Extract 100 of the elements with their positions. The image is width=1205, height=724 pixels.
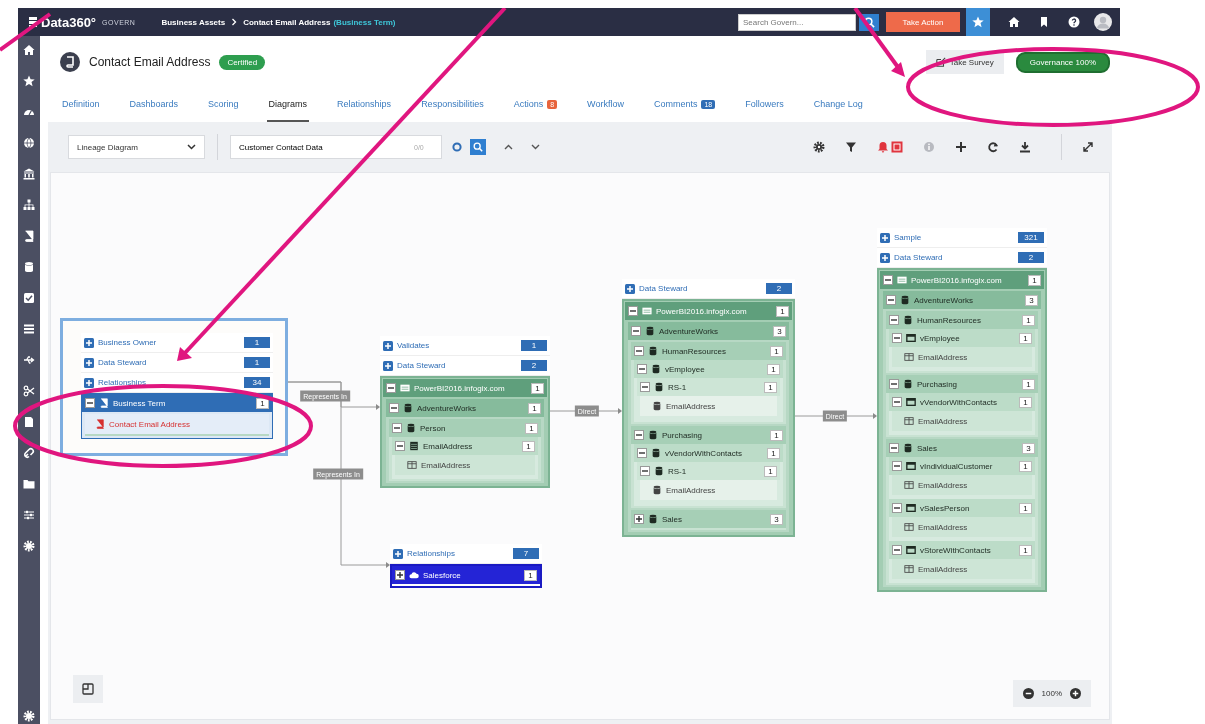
collapse-icon[interactable]	[889, 315, 899, 325]
plus-icon[interactable]	[955, 141, 967, 153]
collapse-icon[interactable]	[883, 275, 893, 285]
tree-row[interactable]: PowerBI2016.infogix.com 1	[625, 302, 792, 320]
tree-row[interactable]: EmailAddress	[892, 517, 1032, 537]
collapse-icon[interactable]	[640, 466, 650, 476]
sitemap-icon[interactable]	[23, 199, 35, 211]
breadcrumb-link[interactable]: Contact Email Address	[243, 17, 331, 27]
tree-row[interactable]: vStoreWithContacts 1	[889, 541, 1035, 559]
tree-row[interactable]: EmailAddress	[640, 396, 777, 416]
tree-row[interactable]: PowerBI2016.infogix.com 1	[880, 271, 1044, 289]
collapse-icon[interactable]	[892, 545, 902, 555]
tab[interactable]: Relationships	[335, 88, 394, 122]
collapse-icon[interactable]	[631, 326, 641, 336]
collapse-icon[interactable]	[892, 503, 902, 513]
tree-row[interactable]: EmailAddress	[892, 475, 1032, 495]
tree-row[interactable]: AdventureWorks 3	[628, 322, 789, 340]
collapse-icon[interactable]	[634, 346, 644, 356]
tree-row[interactable]: HumanResources 1	[631, 342, 786, 360]
collapse-icon[interactable]	[892, 397, 902, 407]
collapse-icon[interactable]	[634, 430, 644, 440]
breadcrumb-link[interactable]: Business Assets	[161, 17, 226, 27]
collapse-icon[interactable]	[85, 398, 95, 408]
tree-row[interactable]: vIndividualCustomer 1	[889, 457, 1035, 475]
search-icon[interactable]	[863, 16, 875, 28]
collapse-icon[interactable]	[395, 441, 405, 451]
collapse-icon[interactable]	[889, 379, 899, 389]
tree-row[interactable]: EmailAddress	[892, 347, 1032, 367]
tab[interactable]: Scoring	[206, 88, 241, 122]
tree-row[interactable]: AdventureWorks 1	[386, 399, 544, 417]
tree-row[interactable]: vVendorWithContacts 1	[634, 444, 783, 462]
star-icon[interactable]	[972, 16, 984, 28]
tree-row[interactable]: Salesforce 1	[392, 566, 540, 584]
tab[interactable]: Followers	[743, 88, 786, 122]
tree-row[interactable]: Sales 3	[631, 510, 786, 528]
refresh-icon[interactable]	[987, 141, 999, 153]
tree-row[interactable]: Purchasing 1	[631, 426, 786, 444]
collapse-icon[interactable]	[392, 423, 402, 433]
tree-row[interactable]: AdventureWorks 3	[883, 291, 1041, 309]
diagram-type-dropdown[interactable]: Lineage Diagram	[68, 135, 205, 159]
tree-row[interactable]: EmailAddress 1	[392, 437, 538, 455]
expand-icon[interactable]	[1082, 141, 1094, 153]
database-icon[interactable]	[23, 261, 35, 273]
avatar-icon[interactable]	[1094, 13, 1112, 31]
tab[interactable]: Responsibilities	[419, 88, 486, 122]
bell-icon[interactable]	[877, 141, 889, 153]
bookmark-icon[interactable]	[1038, 16, 1050, 28]
scissors-icon[interactable]	[23, 385, 35, 397]
tree-row[interactable]: EmailAddress	[892, 411, 1032, 431]
tree-row[interactable]: Business Term 1	[82, 394, 272, 412]
tree-row[interactable]: EmailAddress	[640, 480, 777, 500]
home-icon[interactable]	[1008, 16, 1020, 28]
minimap-button[interactable]	[73, 675, 103, 703]
star-icon[interactable]	[23, 75, 35, 87]
folder-icon[interactable]	[23, 478, 35, 490]
diagram-node[interactable]: Business Owner 1 Data Steward 1 Relationships 34 Business Term 1 Contact Email Address	[60, 318, 288, 456]
tree-row[interactable]: vSalesPerson 1	[889, 499, 1035, 517]
sliders-icon[interactable]	[23, 509, 35, 521]
download-icon[interactable]	[1019, 141, 1031, 153]
settings-icon[interactable]	[813, 141, 825, 153]
tree-row[interactable]: Contact Email Address	[85, 414, 269, 434]
book-icon[interactable]	[23, 230, 35, 242]
tree-row[interactable]: EmailAddress	[395, 455, 535, 475]
search-field[interactable]: Search Govern...	[738, 13, 856, 31]
zoom-in-icon[interactable]	[1070, 688, 1081, 699]
zoom-out-icon[interactable]	[1022, 688, 1034, 699]
checkbox-icon[interactable]	[23, 292, 35, 304]
collapse-icon[interactable]	[886, 295, 896, 305]
collapse-icon[interactable]	[892, 333, 902, 343]
collapse-icon[interactable]	[637, 448, 647, 458]
collapse-icon[interactable]	[389, 403, 399, 413]
collapse-icon[interactable]	[386, 383, 396, 393]
expand-icon[interactable]	[395, 570, 405, 580]
tab[interactable]: Workflow	[585, 88, 626, 122]
target-icon[interactable]	[451, 142, 462, 152]
usb-icon[interactable]	[23, 354, 35, 366]
tree-row[interactable]: HumanResources 1	[886, 311, 1038, 329]
minimap-icon[interactable]	[82, 683, 94, 695]
collapse-icon[interactable]	[892, 461, 902, 471]
list-icon[interactable]	[23, 323, 35, 335]
help-icon[interactable]	[1068, 16, 1080, 28]
tree-row[interactable]: vVendorWithContacts 1	[889, 393, 1035, 411]
tree-row[interactable]: Sales 3	[886, 439, 1038, 457]
diagram-node[interactable]: Relationships 7 Salesforce 1	[390, 544, 542, 588]
filter-icon[interactable]	[845, 141, 857, 153]
expand-icon[interactable]	[634, 514, 644, 524]
globe-icon[interactable]	[23, 137, 35, 149]
tab[interactable]: Change Log	[811, 88, 865, 122]
tree-row[interactable]: vEmployee 1	[889, 329, 1035, 347]
bank-icon[interactable]	[23, 168, 35, 180]
collapse-icon[interactable]	[637, 364, 647, 374]
tree-row[interactable]: RS-1 1	[637, 378, 780, 396]
tree-row[interactable]: RS-1 1	[637, 462, 780, 480]
document-icon[interactable]	[23, 416, 35, 428]
tree-row[interactable]: PowerBI2016.infogix.com 1	[383, 379, 547, 397]
link-row[interactable]: Data Steward 1	[81, 353, 273, 373]
tree-row[interactable]: EmailAddress	[892, 559, 1032, 579]
link-row[interactable]: Business Owner 1	[81, 333, 273, 353]
chevron-up-icon[interactable]	[503, 144, 513, 150]
tab[interactable]: Definition	[60, 88, 102, 122]
